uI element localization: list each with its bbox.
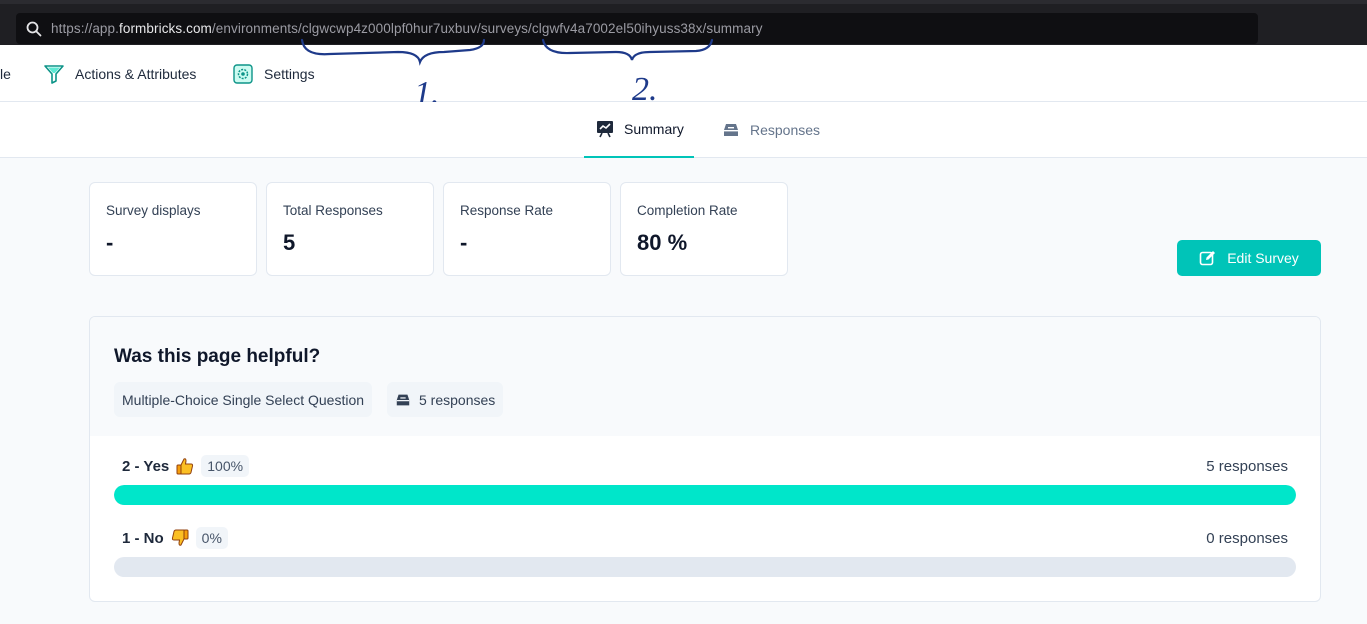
top-navigation: le Actions & Attributes Settings (0, 45, 1367, 102)
stat-card-completion-rate: Completion Rate 80 % (620, 182, 788, 276)
thumbs-up-icon (175, 456, 195, 476)
tab-responses[interactable]: Responses (710, 102, 830, 158)
option-label-yes: 2 - Yes 100% (122, 455, 250, 477)
stat-value: 5 (283, 230, 296, 255)
stat-label: Survey displays (106, 203, 201, 218)
search-icon (26, 21, 42, 36)
filter-icon (43, 63, 65, 85)
url-text: https://app.formbricks.com/environments/… (51, 21, 763, 36)
stat-label: Completion Rate (637, 203, 738, 218)
option-progress-bar-no (114, 557, 1296, 577)
stat-value: - (460, 230, 468, 255)
address-bar[interactable]: https://app.formbricks.com/environments/… (16, 13, 1258, 44)
question-type-badge: Multiple-Choice Single Select Question (114, 382, 373, 417)
stat-label: Total Responses (283, 203, 383, 218)
nav-item-label: Settings (264, 65, 315, 82)
presentation-chart-icon (596, 120, 614, 138)
question-summary-card: Was this page helpful? Multiple-Choice S… (89, 316, 1321, 602)
stat-card-total-responses: Total Responses 5 (266, 182, 434, 276)
question-header: Was this page helpful? Multiple-Choice S… (90, 317, 1320, 436)
nav-item-settings[interactable]: Settings (232, 45, 315, 102)
stat-card-response-rate: Response Rate - (443, 182, 611, 276)
edit-survey-label: Edit Survey (1227, 250, 1299, 266)
inbox-stack-icon (722, 121, 740, 139)
inbox-stack-icon (395, 392, 411, 408)
stat-card-survey-displays: Survey displays - (89, 182, 257, 276)
thumbs-down-icon (170, 528, 190, 548)
settings-icon (232, 63, 254, 85)
stat-value: 80 % (637, 230, 688, 255)
tab-label: Summary (624, 121, 684, 137)
nav-item-label: le (0, 65, 11, 82)
question-title: Was this page helpful? (114, 346, 321, 367)
option-percent: 0% (195, 527, 228, 549)
browser-chrome: https://app.formbricks.com/environments/… (0, 0, 1367, 45)
stat-value: - (106, 230, 114, 255)
option-progress-bar-yes (114, 485, 1296, 505)
stat-label: Response Rate (460, 203, 554, 218)
edit-survey-button[interactable]: Edit Survey (1177, 240, 1321, 276)
option-progress-fill (114, 485, 1296, 505)
response-count-badge: 5 responses (387, 382, 504, 417)
tab-label: Responses (750, 122, 821, 138)
option-response-count: 5 responses (1206, 458, 1288, 475)
nav-item-actions-attributes[interactable]: Actions & Attributes (43, 45, 196, 102)
option-percent: 100% (201, 455, 250, 477)
option-response-count: 0 responses (1206, 530, 1288, 547)
tab-summary[interactable]: Summary (584, 102, 694, 158)
nav-item-people[interactable]: le (0, 45, 11, 102)
nav-item-label: Actions & Attributes (75, 65, 197, 82)
pencil-square-icon (1199, 251, 1216, 266)
option-label-no: 1 - No 0% (122, 527, 228, 549)
survey-tabs: Summary Responses (0, 102, 1367, 158)
